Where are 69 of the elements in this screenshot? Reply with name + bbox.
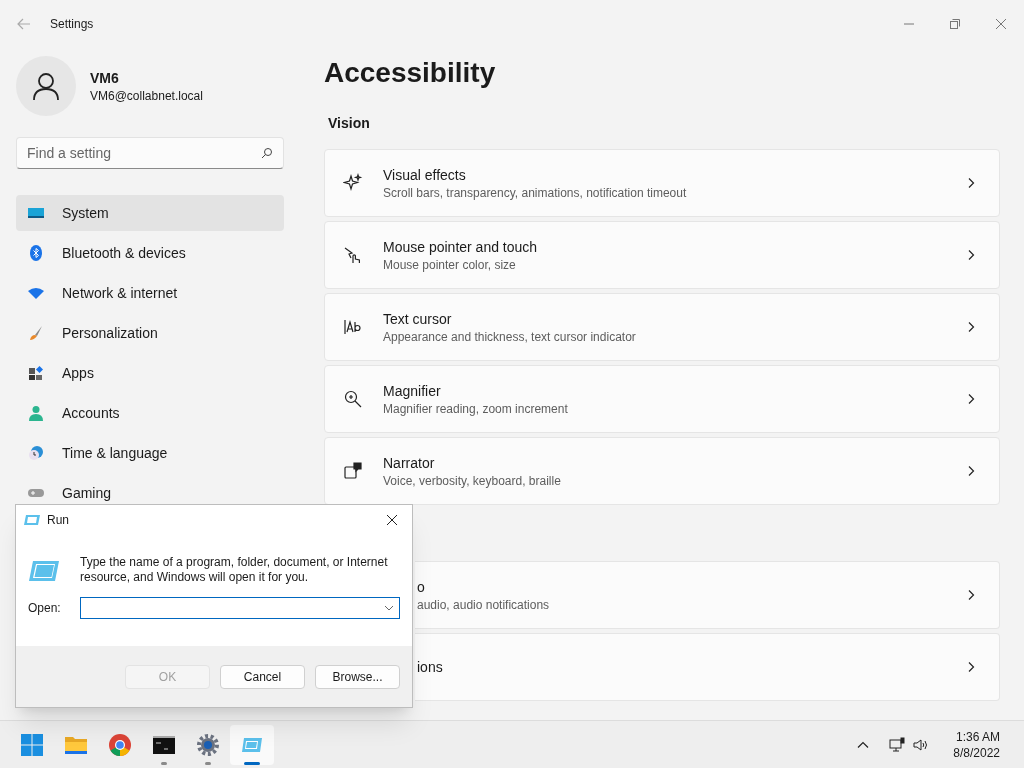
close-icon	[386, 514, 398, 526]
settings-card[interactable]: ions	[415, 633, 1000, 701]
running-indicator	[161, 761, 167, 765]
dialog-button[interactable]: Cancel	[220, 664, 305, 689]
card-title: ions	[417, 658, 444, 677]
dialog-button[interactable]: Browse...	[315, 664, 400, 689]
running-indicator	[244, 761, 260, 765]
gear-icon	[196, 732, 220, 757]
open-label: Open:	[28, 600, 62, 616]
apps-icon	[28, 365, 44, 381]
bluetooth-icon	[28, 245, 44, 261]
restore-icon	[949, 18, 961, 30]
section-heading: Vision	[328, 114, 371, 133]
open-combo-field[interactable]	[80, 597, 400, 619]
pointer-hand-icon	[343, 245, 363, 265]
card-title: Mouse pointer and touch	[383, 238, 539, 257]
wifi-icon	[28, 285, 44, 301]
nav-item[interactable]: Apps	[16, 355, 284, 391]
close-icon	[995, 18, 1007, 30]
paintbrush-icon	[28, 325, 44, 341]
dialog-message: Type the name of a program, folder, document, or Internet resource, and Windows will open it for you.	[80, 555, 389, 585]
profile-email: VM6@collabnet.local	[90, 88, 203, 104]
window-title: Settings	[50, 16, 94, 32]
settings-card[interactable]: Text cursor Appearance and thickness, text cursor indicator	[324, 293, 1000, 361]
network-icon[interactable]	[889, 736, 906, 753]
card-subtitle: Appearance and thickness, text cursor indicator	[383, 329, 637, 345]
run-icon	[24, 514, 40, 526]
running-indicator	[205, 761, 211, 765]
speaker-icon[interactable]	[913, 736, 930, 753]
card-subtitle: Voice, verbosity, keyboard, braille	[383, 473, 562, 489]
person-icon	[28, 405, 44, 421]
dialog-title: Run	[47, 512, 69, 528]
sparkle-icon	[343, 173, 363, 193]
clock[interactable]: 1:36 AM 8/8/2022	[953, 728, 1000, 761]
nav-item[interactable]: Personalization	[16, 315, 284, 351]
card-title: o	[417, 578, 426, 597]
nav-item[interactable]: Bluetooth & devices	[16, 235, 284, 271]
card-subtitle: Scroll bars, transparency, animations, notification timeout	[383, 185, 688, 201]
run-icon	[28, 559, 60, 583]
card-subtitle: audio, audio notifications	[417, 597, 551, 613]
clock-globe-icon	[28, 445, 44, 461]
settings-card[interactable]: Visual effects Scroll bars, transparency, animations, notification timeout	[324, 149, 1000, 217]
windows-logo-icon	[20, 732, 44, 757]
card-subtitle: Magnifier reading, zoom increment	[383, 401, 569, 417]
page-title: Accessibility	[324, 59, 497, 87]
card-title: Visual effects	[383, 166, 467, 185]
settings-card[interactable]: Narrator Voice, verbosity, keyboard, braille	[324, 437, 1000, 505]
monitor-icon	[28, 205, 44, 221]
nav-item[interactable]: Gaming	[16, 475, 284, 511]
settings-card[interactable]: Mouse pointer and touch Mouse pointer color, size	[324, 221, 1000, 289]
browser-icon	[108, 732, 132, 757]
search-input[interactable]: Find a setting	[27, 143, 261, 163]
magnifier-icon	[343, 389, 363, 409]
nav-item[interactable]: System	[16, 195, 284, 231]
narrator-icon	[343, 461, 363, 481]
nav-item[interactable]: Network & internet	[16, 275, 284, 311]
nav-item[interactable]: Time & language	[16, 435, 284, 471]
text-cursor-icon	[343, 317, 363, 337]
card-title: Magnifier	[383, 382, 442, 401]
search-field[interactable]: Find a setting	[16, 137, 284, 169]
card-title: Text cursor	[383, 310, 453, 329]
search-icon	[261, 147, 273, 159]
card-subtitle: Mouse pointer color, size	[383, 257, 517, 273]
settings-card[interactable]: Magnifier Magnifier reading, zoom increment	[324, 365, 1000, 433]
card-title: Narrator	[383, 454, 436, 473]
settings-card[interactable]: o audio, audio notifications	[415, 561, 1000, 629]
nav-item[interactable]: Accounts	[16, 395, 284, 431]
person-icon	[30, 70, 62, 102]
profile-name: VM6	[90, 69, 120, 88]
